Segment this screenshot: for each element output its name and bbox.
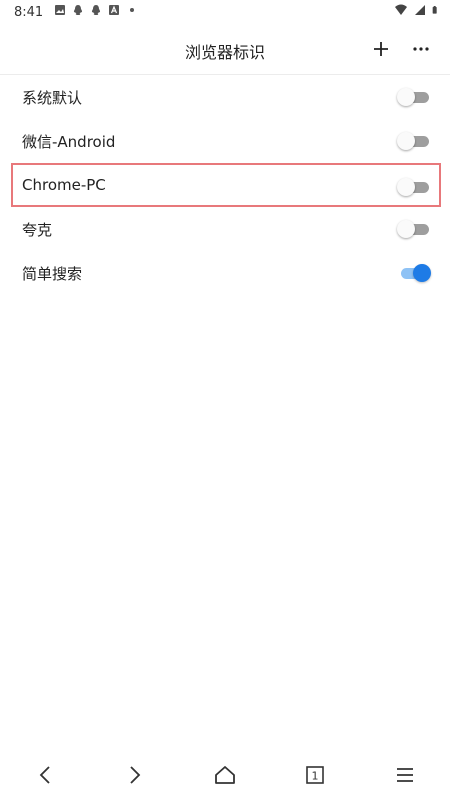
add-button[interactable] xyxy=(368,36,394,62)
status-bar: 8:41 xyxy=(0,0,450,26)
user-agent-row[interactable]: 简单搜索 xyxy=(0,251,450,295)
tabs-icon: 1 xyxy=(306,766,324,784)
user-agent-toggle[interactable] xyxy=(397,264,431,282)
app-icon xyxy=(109,5,119,15)
user-agent-row[interactable]: 微信-Android xyxy=(0,119,450,163)
image-icon xyxy=(55,5,65,15)
toggle-thumb xyxy=(413,264,431,282)
menu-icon xyxy=(397,768,413,782)
system-icons xyxy=(394,4,440,16)
tab-count: 1 xyxy=(312,770,319,783)
plus-icon xyxy=(374,42,388,56)
toggle-thumb xyxy=(397,178,415,196)
toggle-thumb xyxy=(397,88,415,106)
user-agent-label: 夸克 xyxy=(22,220,53,239)
home-button[interactable] xyxy=(208,760,242,790)
notification-icons xyxy=(54,4,138,16)
user-agent-label: 简单搜索 xyxy=(22,264,83,283)
battery-icon xyxy=(432,6,437,14)
forward-button[interactable] xyxy=(118,760,152,790)
user-agent-toggle[interactable] xyxy=(397,132,429,150)
wifi-icon xyxy=(395,4,407,15)
user-agent-row-highlighted[interactable]: Chrome-PC xyxy=(11,163,441,207)
app-header: 浏览器标识 xyxy=(0,26,450,75)
menu-button[interactable] xyxy=(388,760,422,790)
home-icon xyxy=(215,766,235,784)
user-agent-list: 系统默认 微信-Android Chrome-PC 夸克 简单搜索 xyxy=(0,75,450,295)
ellipsis-icon xyxy=(413,47,429,51)
back-button[interactable] xyxy=(28,760,62,790)
user-agent-toggle[interactable] xyxy=(397,220,429,238)
qq-icon xyxy=(73,5,83,15)
qq-icon xyxy=(91,5,101,15)
dot-icon xyxy=(130,8,134,12)
status-time: 8:41 xyxy=(14,5,44,20)
tabs-button[interactable]: 1 xyxy=(298,760,332,790)
signal-icon xyxy=(415,5,425,15)
forward-icon xyxy=(130,766,141,784)
user-agent-label: 系统默认 xyxy=(22,88,83,107)
user-agent-row[interactable]: 系统默认 xyxy=(0,75,450,119)
user-agent-toggle[interactable] xyxy=(397,88,429,106)
user-agent-toggle[interactable] xyxy=(397,178,429,196)
user-agent-label: Chrome-PC xyxy=(22,176,106,194)
toggle-thumb xyxy=(397,220,415,238)
toggle-thumb xyxy=(397,132,415,150)
back-icon xyxy=(39,766,50,784)
bottom-nav-bar: 1 xyxy=(0,750,450,800)
user-agent-label: 微信-Android xyxy=(22,132,116,151)
more-button[interactable] xyxy=(408,36,434,62)
user-agent-row[interactable]: 夸克 xyxy=(0,207,450,251)
